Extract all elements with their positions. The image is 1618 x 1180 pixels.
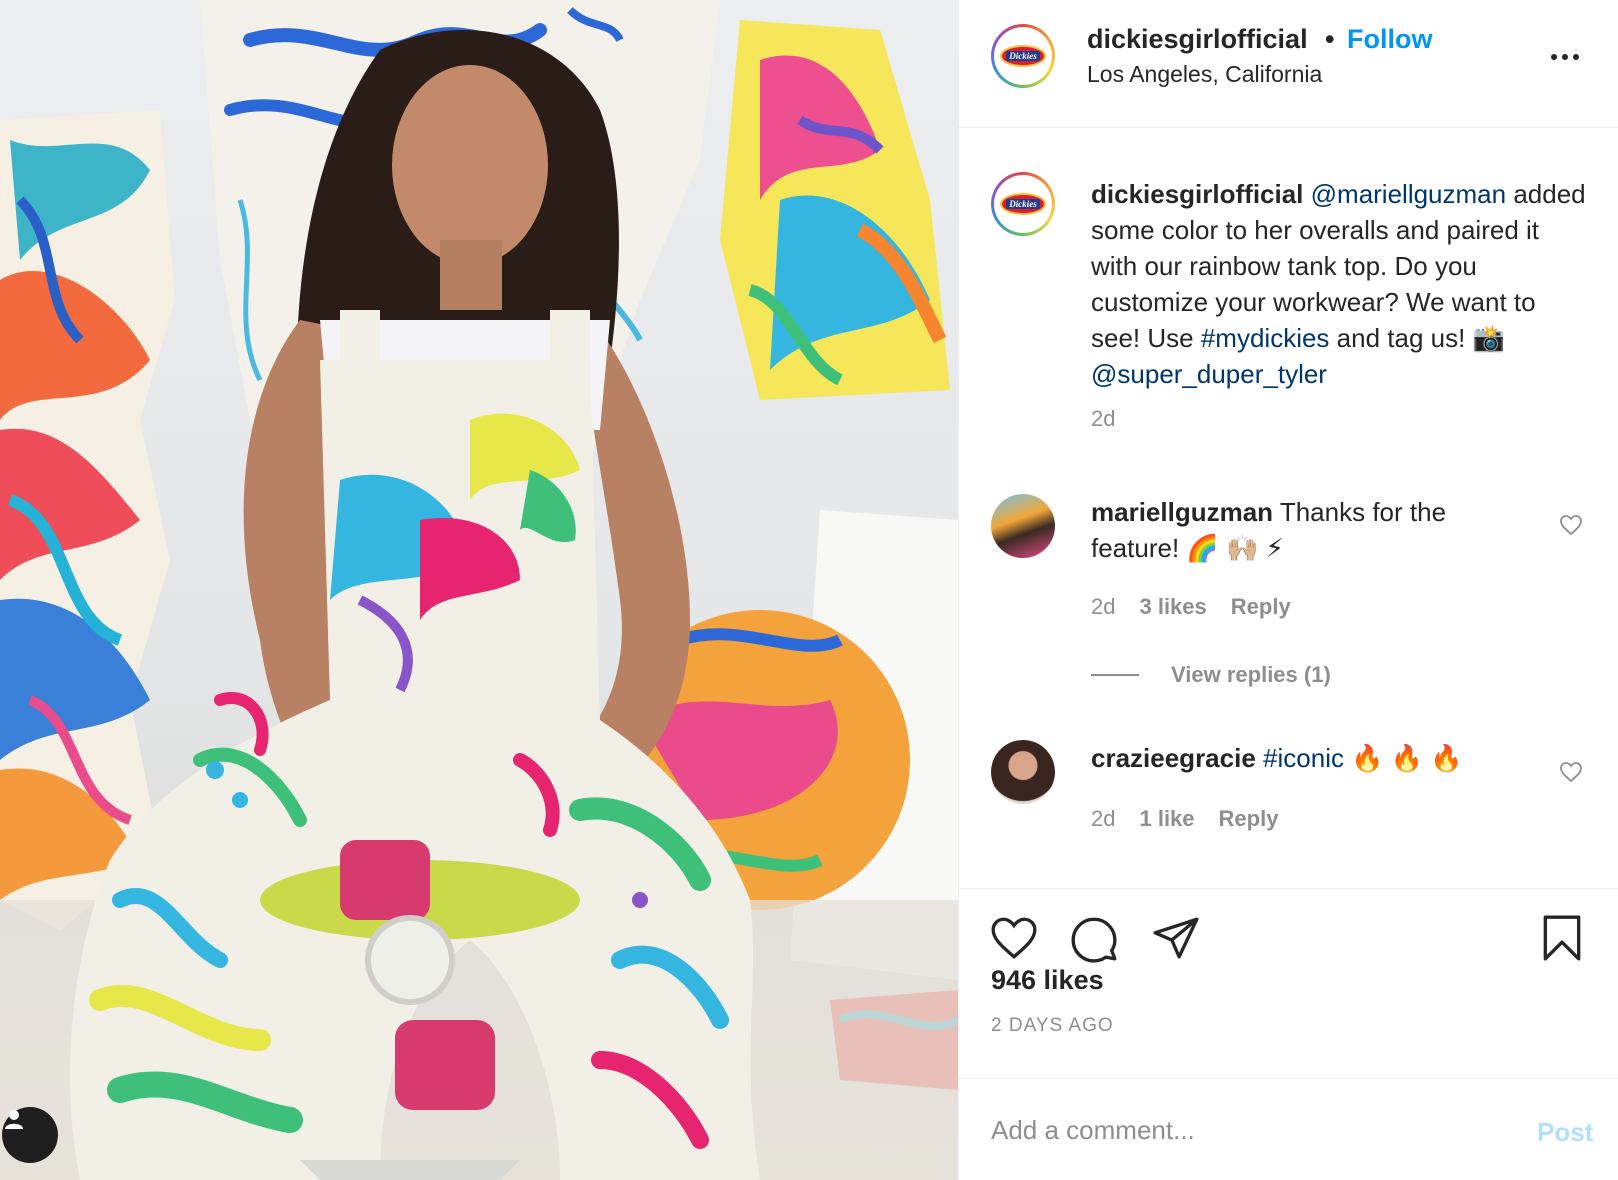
caption-mention[interactable]: @mariellguzman [1311,179,1506,209]
comment-1-likes[interactable]: 3 likes [1139,594,1206,620]
comment-1-reply-button[interactable]: Reply [1231,594,1291,620]
caption-text: dickiesgirlofficial @mariellguzman added… [1091,176,1591,392]
post-actions: 946 likes 2 DAYS AGO [959,888,1618,1078]
dickies-logo: Dickies [1000,193,1046,215]
avatar-inner: Dickies [994,27,1052,85]
post-side-panel: Dickies dickiesgirlofficial • Follow Los… [958,0,1618,1180]
author-avatar[interactable]: Dickies [991,24,1055,88]
bookmark-icon[interactable] [1537,913,1587,963]
comment-2-emoji: 🔥 🔥 🔥 [1351,743,1463,773]
view-replies-label: View replies (1) [1171,662,1331,687]
comment-2-time[interactable]: 2d [1091,806,1115,832]
photo-illustration [0,0,958,1180]
comment-avatar-mariellguzman[interactable] [991,494,1055,558]
caption-credit[interactable]: @super_duper_tyler [1091,359,1327,389]
share-icon[interactable] [1151,913,1201,963]
logo-text: Dickies [1006,51,1040,61]
comment-2-hashtag[interactable]: #iconic [1263,743,1344,773]
heart-icon[interactable] [989,913,1039,963]
add-comment-bar: Post [959,1078,1618,1180]
user-icon [5,1110,23,1129]
logo-text: Dickies [1006,199,1040,209]
caption-body-2: and tag us! [1336,323,1466,353]
more-options-icon[interactable] [1551,48,1589,66]
comment-1-like-heart-icon[interactable] [1559,513,1583,537]
avatar-inner: Dickies [994,175,1052,233]
post-photo[interactable] [0,0,958,1180]
comment-1-meta: 2d 3 likes Reply [1091,594,1291,620]
post-comment-button[interactable]: Post [1537,1117,1593,1148]
comment-1-text: mariellguzman Thanks for the feature! 🌈 … [1091,494,1531,566]
comment-2-reply-button[interactable]: Reply [1219,806,1279,832]
comment-2-likes[interactable]: 1 like [1139,806,1194,832]
author-username[interactable]: dickiesgirlofficial [1087,24,1308,55]
comment-avatar-crazieegracie[interactable] [991,740,1055,804]
comment-icon[interactable] [1069,913,1119,963]
caption-hashtag[interactable]: #mydickies [1201,323,1330,353]
post-location[interactable]: Los Angeles, California [1087,61,1322,88]
caption-avatar[interactable]: Dickies [991,172,1055,236]
comment-2-text: crazieegracie #iconic 🔥 🔥 🔥 [1091,740,1531,776]
add-comment-input[interactable] [991,1105,1491,1155]
view-replies-button[interactable]: View replies (1) [1091,662,1331,688]
caption-time[interactable]: 2d [1091,406,1115,432]
view-replies-line [1091,674,1139,676]
comment-1-username[interactable]: mariellguzman [1091,497,1273,527]
likes-count[interactable]: 946 likes [991,965,1104,996]
comment-2-meta: 2d 1 like Reply [1091,806,1278,832]
separator-dot: • [1325,24,1335,54]
post-header: Dickies dickiesgirlofficial • Follow Los… [959,0,1618,128]
comment-1-emoji: 🌈 🙌🏼 ⚡ [1186,533,1284,563]
tagged-users-button[interactable] [2,1107,58,1163]
comment-2-username[interactable]: crazieegracie [1091,743,1256,773]
comment-1-time[interactable]: 2d [1091,594,1115,620]
comment-2-like-heart-icon[interactable] [1559,760,1583,784]
caption-username[interactable]: dickiesgirlofficial [1091,179,1303,209]
post-time-ago[interactable]: 2 DAYS AGO [991,1015,1114,1037]
camera-emoji: 📸 [1472,323,1505,353]
dickies-logo: Dickies [1000,45,1046,67]
follow-button[interactable]: Follow [1347,24,1432,55]
